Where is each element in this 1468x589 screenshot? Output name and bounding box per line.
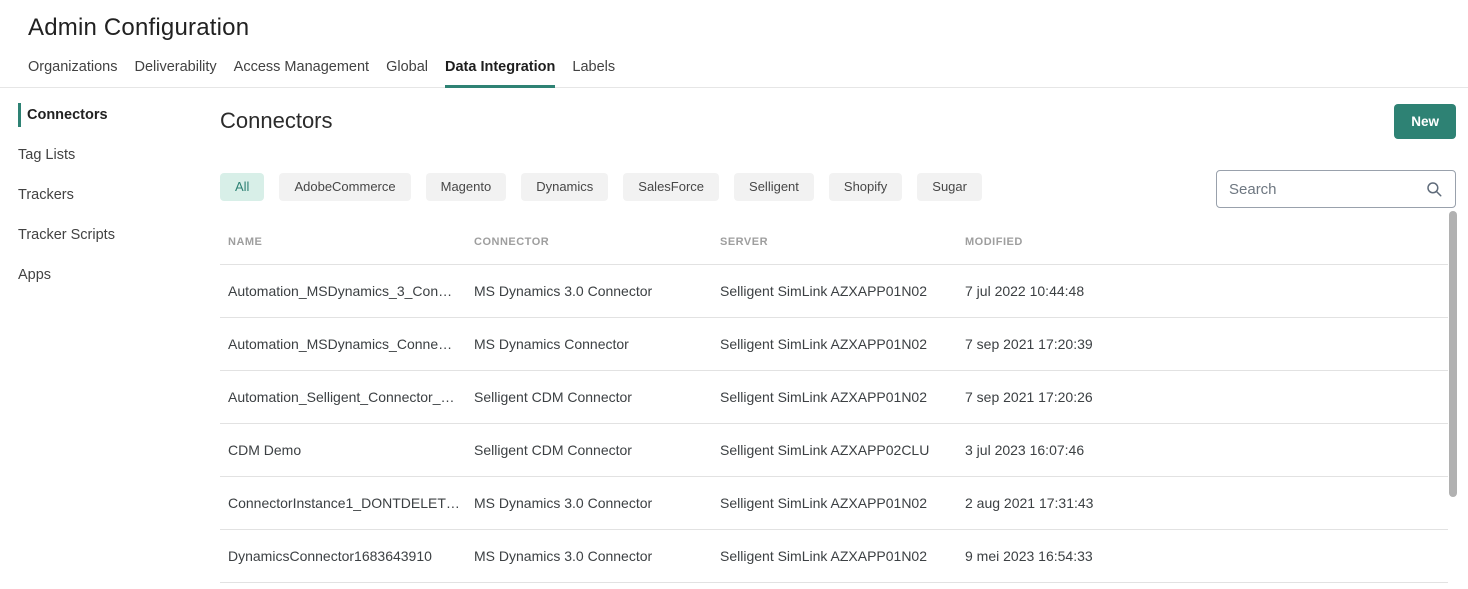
cell-modified: 2 aug 2021 17:31:43: [965, 495, 1448, 511]
cell-server: Selligent SimLink AZXAPP02CLU: [720, 442, 965, 458]
cell-name: CDM Demo: [228, 442, 474, 458]
column-header-name: NAME: [228, 236, 474, 248]
tab-bar: Organizations Deliverability Access Mana…: [0, 59, 1468, 88]
cell-server: Selligent SimLink AZXAPP01N02: [720, 336, 965, 352]
tab-deliverability[interactable]: Deliverability: [134, 59, 216, 87]
toolbar: All AdobeCommerce Magento Dynamics Sales…: [220, 170, 1456, 208]
tab-organizations[interactable]: Organizations: [28, 59, 117, 87]
scrollbar-thumb[interactable]: [1449, 211, 1457, 497]
cell-server: Selligent SimLink AZXAPP01N02: [720, 495, 965, 511]
filter-chip-shopify[interactable]: Shopify: [829, 173, 902, 201]
cell-connector: Selligent CDM Connector: [474, 442, 720, 458]
table-row[interactable]: CDM Demo Selligent CDM Connector Sellige…: [220, 424, 1448, 477]
sidebar-item-label: Trackers: [18, 187, 74, 203]
cell-modified: 7 jul 2022 10:44:48: [965, 283, 1448, 299]
search-box: [1216, 170, 1456, 208]
column-header-modified: MODIFIED: [965, 236, 1448, 248]
table-row[interactable]: Automation_Selligent_Connector_… Sellige…: [220, 371, 1448, 424]
filter-chip-adobecommerce[interactable]: AdobeCommerce: [279, 173, 410, 201]
connectors-heading: Connectors: [220, 108, 333, 134]
new-button[interactable]: New: [1394, 104, 1456, 139]
cell-connector: MS Dynamics 3.0 Connector: [474, 283, 720, 299]
cell-connector: Selligent CDM Connector: [474, 389, 720, 405]
table-row[interactable]: Automation_MSDynamics_Conne… MS Dynamics…: [220, 318, 1448, 371]
cell-connector: MS Dynamics 3.0 Connector: [474, 548, 720, 564]
cell-name: DynamicsConnector1683643910: [228, 548, 474, 564]
tab-data-integration[interactable]: Data Integration: [445, 59, 555, 88]
filter-chip-sugar[interactable]: Sugar: [917, 173, 982, 201]
search-icon[interactable]: [1425, 180, 1443, 198]
filter-chip-selligent[interactable]: Selligent: [734, 173, 814, 201]
cell-name: Automation_Selligent_Connector_…: [228, 389, 474, 405]
cell-server: Selligent SimLink AZXAPP01N02: [720, 548, 965, 564]
column-header-connector: CONNECTOR: [474, 236, 720, 248]
sidebar-item-label: Apps: [18, 267, 51, 283]
filter-chip-all[interactable]: All: [220, 173, 264, 201]
table-row[interactable]: ConnectorInstance1_DONTDELET… MS Dynamic…: [220, 477, 1448, 530]
sidebar-item-label: Tracker Scripts: [18, 227, 115, 243]
cell-connector: MS Dynamics Connector: [474, 336, 720, 352]
sidebar-item-tag-lists[interactable]: Tag Lists: [0, 135, 220, 175]
sidebar-item-trackers[interactable]: Trackers: [0, 175, 220, 215]
cell-modified: 9 mei 2023 16:54:33: [965, 548, 1448, 564]
main-panel: Connectors New All AdobeCommerce Magento…: [220, 88, 1468, 583]
page-header: Admin Configuration: [0, 0, 1468, 42]
connectors-table: NAME CONNECTOR SERVER MODIFIED Automatio…: [220, 220, 1448, 583]
table-row[interactable]: Automation_MSDynamics_3_Con… MS Dynamics…: [220, 265, 1448, 318]
sidebar-item-label: Tag Lists: [18, 147, 75, 163]
filter-chips: All AdobeCommerce Magento Dynamics Sales…: [220, 173, 982, 201]
column-header-server: SERVER: [720, 236, 965, 248]
cell-server: Selligent SimLink AZXAPP01N02: [720, 283, 965, 299]
page-title: Admin Configuration: [28, 13, 1468, 42]
tab-labels[interactable]: Labels: [572, 59, 615, 87]
sidebar-item-label: Connectors: [27, 107, 108, 123]
sidebar: Connectors Tag Lists Trackers Tracker Sc…: [0, 88, 220, 583]
cell-name: Automation_MSDynamics_Conne…: [228, 336, 474, 352]
filter-chip-salesforce[interactable]: SalesForce: [623, 173, 719, 201]
cell-modified: 3 jul 2023 16:07:46: [965, 442, 1448, 458]
cell-name: Automation_MSDynamics_3_Con…: [228, 283, 474, 299]
active-indicator: [18, 103, 21, 127]
sidebar-item-connectors[interactable]: Connectors: [0, 95, 220, 135]
search-input[interactable]: [1229, 181, 1425, 198]
filter-chip-dynamics[interactable]: Dynamics: [521, 173, 608, 201]
cell-modified: 7 sep 2021 17:20:26: [965, 389, 1448, 405]
main-header: Connectors New: [220, 103, 1456, 139]
cell-connector: MS Dynamics 3.0 Connector: [474, 495, 720, 511]
table-header: NAME CONNECTOR SERVER MODIFIED: [220, 220, 1448, 265]
tab-access-management[interactable]: Access Management: [234, 59, 369, 87]
sidebar-item-apps[interactable]: Apps: [0, 255, 220, 295]
cell-modified: 7 sep 2021 17:20:39: [965, 336, 1448, 352]
table-row[interactable]: DynamicsConnector1683643910 MS Dynamics …: [220, 530, 1448, 583]
filter-chip-magento[interactable]: Magento: [426, 173, 507, 201]
cell-server: Selligent SimLink AZXAPP01N02: [720, 389, 965, 405]
sidebar-item-tracker-scripts[interactable]: Tracker Scripts: [0, 215, 220, 255]
tab-global[interactable]: Global: [386, 59, 428, 87]
content-area: Connectors Tag Lists Trackers Tracker Sc…: [0, 88, 1468, 583]
cell-name: ConnectorInstance1_DONTDELET…: [228, 495, 474, 511]
